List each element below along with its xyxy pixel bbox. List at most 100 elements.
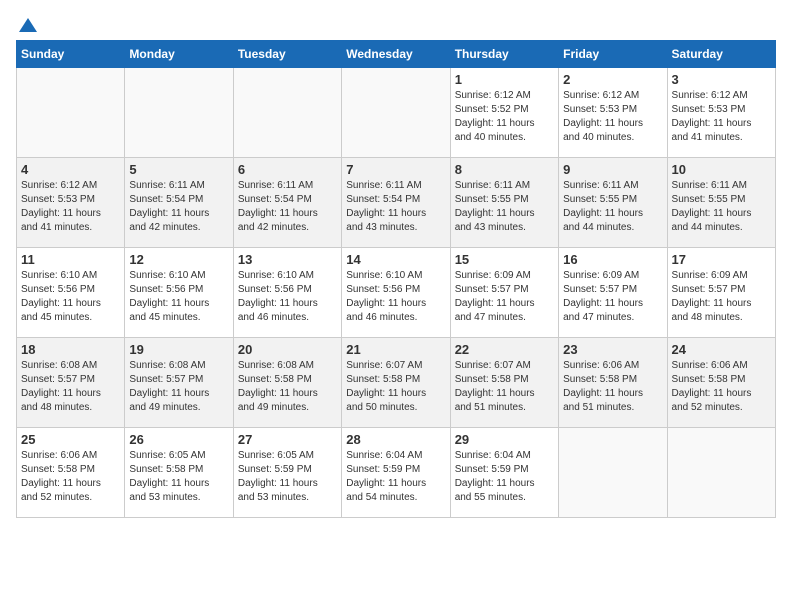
calendar-cell: 1 Sunrise: 6:12 AM Sunset: 5:52 PM Daylig… (450, 68, 558, 158)
calendar-week-row: 18 Sunrise: 6:08 AM Sunset: 5:57 PM Dayli… (17, 338, 776, 428)
day-info: Sunrise: 6:04 AM Sunset: 5:59 PM Dayligh… (455, 449, 554, 505)
calendar-week-row: 11Sunrise: 6:10 AM Sunset: 5:56 PM Dayli… (17, 248, 776, 338)
day-number: 6 (238, 162, 337, 177)
day-number: 27 (238, 432, 337, 447)
calendar-cell: 7 Sunrise: 6:11 AM Sunset: 5:54 PM Daylig… (342, 158, 450, 248)
day-number: 20 (238, 342, 337, 357)
calendar-cell (342, 68, 450, 158)
calendar-cell: 25Sunrise: 6:06 AM Sunset: 5:58 PM Dayli… (17, 428, 125, 518)
calendar-cell (667, 428, 775, 518)
day-info: Sunrise: 6:12 AM Sunset: 5:53 PM Dayligh… (563, 89, 662, 145)
calendar-cell: 9 Sunrise: 6:11 AM Sunset: 5:55 PM Daylig… (559, 158, 667, 248)
calendar-cell (233, 68, 341, 158)
day-number: 23 (563, 342, 662, 357)
day-info: Sunrise: 6:08 AM Sunset: 5:57 PM Dayligh… (129, 359, 228, 415)
calendar-cell: 27 Sunrise: 6:05 AM Sunset: 5:59 PM Dayli… (233, 428, 341, 518)
day-info: Sunrise: 6:10 AM Sunset: 5:56 PM Dayligh… (346, 269, 445, 325)
calendar-cell: 15 Sunrise: 6:09 AM Sunset: 5:57 PM Dayli… (450, 248, 558, 338)
day-number: 8 (455, 162, 554, 177)
calendar-cell: 16 Sunrise: 6:09 AM Sunset: 5:57 PM Dayli… (559, 248, 667, 338)
day-number: 28 (346, 432, 445, 447)
calendar-cell: 4 Sunrise: 6:12 AM Sunset: 5:53 PM Daylig… (17, 158, 125, 248)
day-info: Sunrise: 6:11 AM Sunset: 5:55 PM Dayligh… (672, 179, 771, 235)
calendar-week-row: 4 Sunrise: 6:12 AM Sunset: 5:53 PM Daylig… (17, 158, 776, 248)
day-number: 2 (563, 72, 662, 87)
calendar-cell: 13 Sunrise: 6:10 AM Sunset: 5:56 PM Dayli… (233, 248, 341, 338)
col-header-tuesday: Tuesday (233, 41, 341, 68)
calendar-cell: 14 Sunrise: 6:10 AM Sunset: 5:56 PM Dayli… (342, 248, 450, 338)
day-info: Sunrise: 6:07 AM Sunset: 5:58 PM Dayligh… (346, 359, 445, 415)
day-number: 7 (346, 162, 445, 177)
day-number: 24 (672, 342, 771, 357)
calendar-cell: 2 Sunrise: 6:12 AM Sunset: 5:53 PM Daylig… (559, 68, 667, 158)
calendar-cell: 23Sunrise: 6:06 AM Sunset: 5:58 PM Dayli… (559, 338, 667, 428)
day-info: Sunrise: 6:11 AM Sunset: 5:54 PM Dayligh… (129, 179, 228, 235)
col-header-sunday: Sunday (17, 41, 125, 68)
day-info: Sunrise: 6:10 AM Sunset: 5:56 PM Dayligh… (238, 269, 337, 325)
calendar-cell: 20 Sunrise: 6:08 AM Sunset: 5:58 PM Dayli… (233, 338, 341, 428)
day-number: 4 (21, 162, 120, 177)
day-info: Sunrise: 6:09 AM Sunset: 5:57 PM Dayligh… (563, 269, 662, 325)
calendar-cell: 29 Sunrise: 6:04 AM Sunset: 5:59 PM Dayli… (450, 428, 558, 518)
calendar-cell: 17 Sunrise: 6:09 AM Sunset: 5:57 PM Dayli… (667, 248, 775, 338)
day-number: 5 (129, 162, 228, 177)
day-info: Sunrise: 6:12 AM Sunset: 5:52 PM Dayligh… (455, 89, 554, 145)
calendar-week-row: 25Sunrise: 6:06 AM Sunset: 5:58 PM Dayli… (17, 428, 776, 518)
header (16, 16, 776, 32)
day-info: Sunrise: 6:10 AM Sunset: 5:56 PM Dayligh… (21, 269, 120, 325)
day-info: Sunrise: 6:11 AM Sunset: 5:55 PM Dayligh… (563, 179, 662, 235)
day-number: 16 (563, 252, 662, 267)
day-number: 29 (455, 432, 554, 447)
day-info: Sunrise: 6:04 AM Sunset: 5:59 PM Dayligh… (346, 449, 445, 505)
day-info: Sunrise: 6:09 AM Sunset: 5:57 PM Dayligh… (672, 269, 771, 325)
day-info: Sunrise: 6:12 AM Sunset: 5:53 PM Dayligh… (21, 179, 120, 235)
day-info: Sunrise: 6:11 AM Sunset: 5:54 PM Dayligh… (346, 179, 445, 235)
calendar-week-row: 1 Sunrise: 6:12 AM Sunset: 5:52 PM Daylig… (17, 68, 776, 158)
day-number: 9 (563, 162, 662, 177)
day-info: Sunrise: 6:10 AM Sunset: 5:56 PM Dayligh… (129, 269, 228, 325)
day-info: Sunrise: 6:08 AM Sunset: 5:58 PM Dayligh… (238, 359, 337, 415)
calendar-cell (17, 68, 125, 158)
day-number: 22 (455, 342, 554, 357)
calendar-cell: 24Sunrise: 6:06 AM Sunset: 5:58 PM Dayli… (667, 338, 775, 428)
day-number: 17 (672, 252, 771, 267)
day-info: Sunrise: 6:05 AM Sunset: 5:59 PM Dayligh… (238, 449, 337, 505)
day-number: 26 (129, 432, 228, 447)
calendar-cell (559, 428, 667, 518)
col-header-thursday: Thursday (450, 41, 558, 68)
day-number: 3 (672, 72, 771, 87)
day-number: 19 (129, 342, 228, 357)
calendar-cell: 19 Sunrise: 6:08 AM Sunset: 5:57 PM Dayli… (125, 338, 233, 428)
calendar-cell: 28 Sunrise: 6:04 AM Sunset: 5:59 PM Dayli… (342, 428, 450, 518)
day-number: 10 (672, 162, 771, 177)
calendar-cell: 5 Sunrise: 6:11 AM Sunset: 5:54 PM Daylig… (125, 158, 233, 248)
day-info: Sunrise: 6:12 AM Sunset: 5:53 PM Dayligh… (672, 89, 771, 145)
day-info: Sunrise: 6:08 AM Sunset: 5:57 PM Dayligh… (21, 359, 120, 415)
calendar-cell: 18 Sunrise: 6:08 AM Sunset: 5:57 PM Dayli… (17, 338, 125, 428)
calendar-cell: 6 Sunrise: 6:11 AM Sunset: 5:54 PM Daylig… (233, 158, 341, 248)
day-number: 21 (346, 342, 445, 357)
day-info: Sunrise: 6:11 AM Sunset: 5:54 PM Dayligh… (238, 179, 337, 235)
day-info: Sunrise: 6:11 AM Sunset: 5:55 PM Dayligh… (455, 179, 554, 235)
col-header-wednesday: Wednesday (342, 41, 450, 68)
day-number: 13 (238, 252, 337, 267)
day-number: 1 (455, 72, 554, 87)
day-number: 15 (455, 252, 554, 267)
calendar-cell: 12Sunrise: 6:10 AM Sunset: 5:56 PM Dayli… (125, 248, 233, 338)
calendar-cell: 8 Sunrise: 6:11 AM Sunset: 5:55 PM Daylig… (450, 158, 558, 248)
calendar-header-row: SundayMondayTuesdayWednesdayThursdayFrid… (17, 41, 776, 68)
calendar-cell: 26 Sunrise: 6:05 AM Sunset: 5:58 PM Dayli… (125, 428, 233, 518)
col-header-saturday: Saturday (667, 41, 775, 68)
day-number: 18 (21, 342, 120, 357)
day-number: 14 (346, 252, 445, 267)
day-info: Sunrise: 6:06 AM Sunset: 5:58 PM Dayligh… (21, 449, 120, 505)
col-header-friday: Friday (559, 41, 667, 68)
calendar-cell: 21 Sunrise: 6:07 AM Sunset: 5:58 PM Dayli… (342, 338, 450, 428)
day-info: Sunrise: 6:07 AM Sunset: 5:58 PM Dayligh… (455, 359, 554, 415)
calendar-cell: 22 Sunrise: 6:07 AM Sunset: 5:58 PM Dayli… (450, 338, 558, 428)
logo-triangle-icon (19, 18, 37, 32)
day-info: Sunrise: 6:05 AM Sunset: 5:58 PM Dayligh… (129, 449, 228, 505)
day-info: Sunrise: 6:09 AM Sunset: 5:57 PM Dayligh… (455, 269, 554, 325)
calendar-cell (125, 68, 233, 158)
col-header-monday: Monday (125, 41, 233, 68)
